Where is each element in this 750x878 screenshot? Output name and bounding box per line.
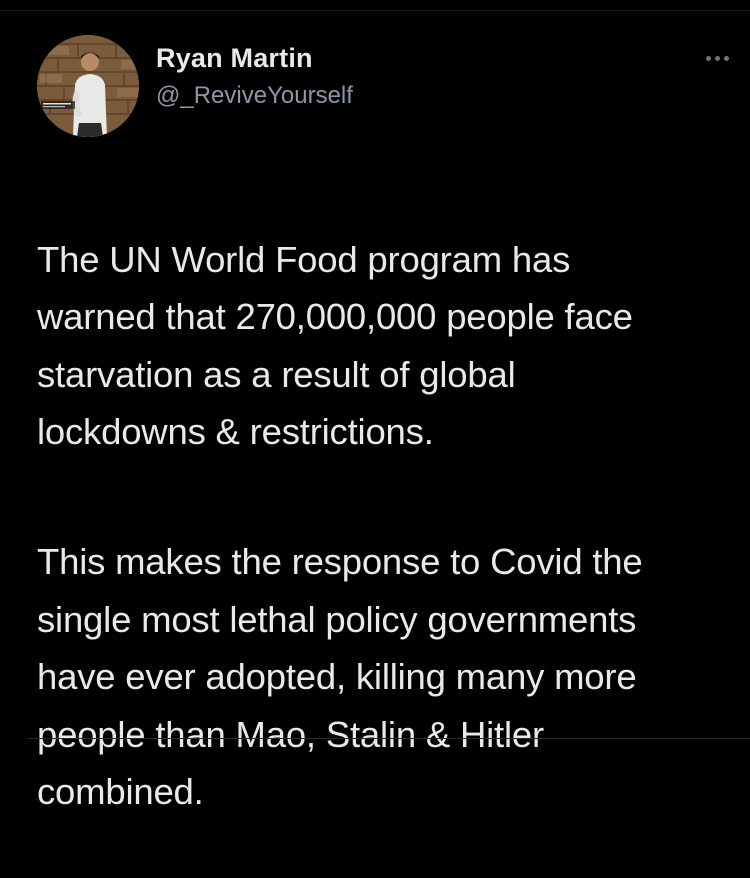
tweet-text: The UN World Food program has warned tha… [37, 173, 727, 878]
bottom-divider [28, 738, 750, 739]
more-dot [714, 55, 720, 61]
author-name[interactable]: Ryan Martin [156, 43, 313, 74]
tweet-paragraph: This makes the response to Covid the sin… [37, 541, 643, 812]
avatar[interactable] [37, 35, 139, 137]
more-options-icon[interactable] [697, 48, 737, 68]
tweet-paragraph: The UN World Food program has warned tha… [37, 238, 633, 453]
tweet: Ryan Martin @_ReviveYourself The UN Worl… [0, 0, 750, 812]
more-dot [705, 55, 711, 61]
more-dot [723, 55, 729, 61]
author-handle[interactable]: @_ReviveYourself [156, 82, 353, 110]
avatar-photo-icon [37, 35, 139, 137]
